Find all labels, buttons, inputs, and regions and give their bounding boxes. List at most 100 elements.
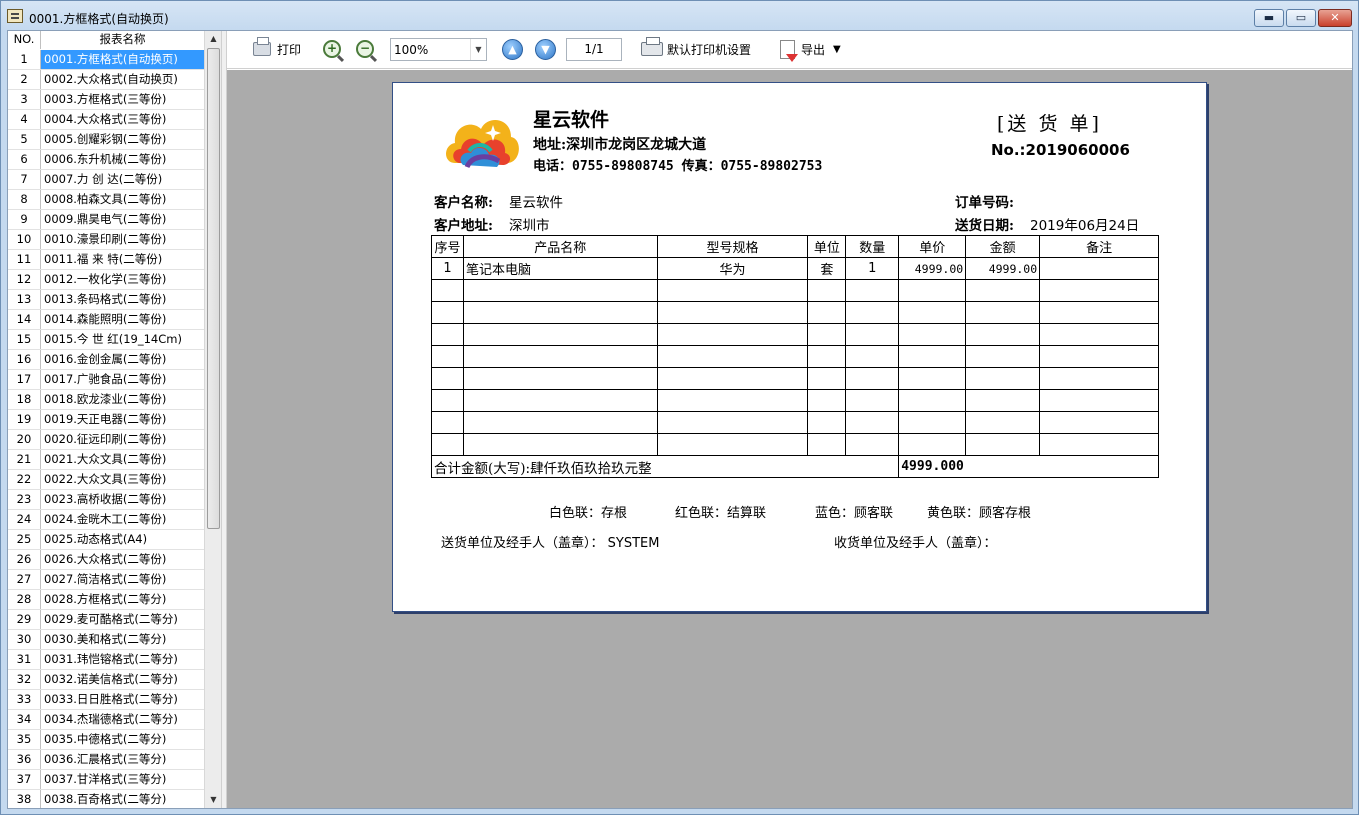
list-item-no: 10	[8, 230, 41, 249]
empty-cell	[1039, 345, 1159, 368]
list-item[interactable]: 36 0036.汇晨格式(三等分)	[8, 750, 204, 770]
print-button[interactable]: 打印	[253, 37, 301, 61]
copy-white: 白色联：存根	[549, 506, 628, 521]
empty-cell	[898, 345, 967, 368]
printer-setup-button[interactable]: 默认打印机设置	[641, 37, 751, 61]
list-item[interactable]: 17 0017.广驰食品(二等份)	[8, 370, 204, 390]
minimize-button[interactable]: ▬	[1254, 9, 1284, 27]
list-item-name: 0003.方框格式(三等份)	[44, 92, 167, 106]
delivery-note-page: 星云软件 地址:深圳市龙岗区龙城大道 电话：0755-89808745 传真：0…	[392, 82, 1207, 612]
list-item[interactable]: 8 0008.柏森文具(二等份)	[8, 190, 204, 210]
empty-cell	[462, 323, 658, 346]
document-title: [送 货 单]	[997, 113, 1102, 135]
export-button[interactable]: 导出 ▼	[780, 37, 841, 62]
list-item[interactable]: 13 0013.条码格式(二等份)	[8, 290, 204, 310]
list-item[interactable]: 34 0034.杰瑞德格式(二等分)	[8, 710, 204, 730]
list-item-name: 0008.柏森文具(二等份)	[44, 192, 167, 206]
list-item[interactable]: 1 0001.方框格式(自动换页)	[8, 50, 204, 70]
zoom-out-button[interactable]: −	[356, 37, 374, 61]
list-item[interactable]: 4 0004.大众格式(三等份)	[8, 110, 204, 130]
table-row-empty	[431, 367, 1159, 390]
list-item[interactable]: 21 0021.大众文具(二等份)	[8, 450, 204, 470]
scroll-up-arrow-icon[interactable]: ▲	[205, 31, 222, 47]
empty-cell	[898, 323, 967, 346]
list-item[interactable]: 23 0023.高桥收据(二等份)	[8, 490, 204, 510]
list-item-name: 0013.条码格式(二等份)	[44, 292, 167, 306]
column-header-name[interactable]: 报表名称	[41, 31, 204, 49]
list-item[interactable]: 18 0018.欧龙漆业(二等份)	[8, 390, 204, 410]
list-item-no: 2	[8, 70, 41, 89]
scroll-thumb[interactable]	[207, 48, 220, 529]
list-item-no: 29	[8, 610, 41, 629]
list-item-no: 35	[8, 730, 41, 749]
list-item[interactable]: 25 0025.动态格式(A4)	[8, 530, 204, 550]
empty-cell	[807, 345, 847, 368]
caret-down-icon[interactable]: ▼	[833, 44, 841, 55]
list-item[interactable]: 20 0020.征远印刷(二等份)	[8, 430, 204, 450]
list-item[interactable]: 37 0037.甘洋格式(三等分)	[8, 770, 204, 790]
list-item[interactable]: 12 0012.一枚化学(三等份)	[8, 270, 204, 290]
chevron-down-icon[interactable]: ▼	[470, 39, 486, 60]
list-item[interactable]: 15 0015.今 世 红(19_14Cm)	[8, 330, 204, 350]
cell-product: 笔记本电脑	[462, 257, 658, 280]
empty-cell	[656, 411, 809, 434]
empty-cell	[845, 301, 900, 324]
list-item-name: 0016.金创金属(二等份)	[44, 352, 167, 366]
maximize-button[interactable]: ▭	[1286, 9, 1316, 27]
sender-signature: 送货单位及经手人（盖章）： SYSTEM	[441, 536, 660, 551]
empty-cell	[462, 367, 658, 390]
list-item[interactable]: 16 0016.金创金属(二等份)	[8, 350, 204, 370]
empty-cell	[898, 301, 967, 324]
empty-cell	[965, 345, 1041, 368]
list-item[interactable]: 7 0007.力 创 达(二等份)	[8, 170, 204, 190]
empty-cell	[898, 367, 967, 390]
list-item[interactable]: 38 0038.百奇格式(二等分)	[8, 790, 204, 808]
customer-address-value: 深圳市	[509, 218, 550, 234]
zoom-value: 100%	[394, 43, 429, 57]
list-item-no: 8	[8, 190, 41, 209]
previous-page-button[interactable]: ▲	[502, 37, 523, 61]
list-item[interactable]: 24 0024.金晄木工(二等份)	[8, 510, 204, 530]
report-list[interactable]: NO. 报表名称 1 0001.方框格式(自动换页) 2 0002.大众格式(自动换页…	[8, 31, 204, 808]
zoom-select[interactable]: 100% ▼	[390, 38, 487, 61]
list-item[interactable]: 3 0003.方框格式(三等份)	[8, 90, 204, 110]
list-item-no: 4	[8, 110, 41, 129]
list-item[interactable]: 30 0030.美和格式(二等分)	[8, 630, 204, 650]
print-preview-area[interactable]: 星云软件 地址:深圳市龙岗区龙城大道 电话：0755-89808745 传真：0…	[227, 70, 1352, 808]
close-button[interactable]: ✕	[1318, 9, 1352, 27]
list-item[interactable]: 35 0035.中德格式(二等分)	[8, 730, 204, 750]
empty-cell	[462, 345, 658, 368]
zoom-in-button[interactable]: +	[323, 37, 341, 61]
list-item[interactable]: 27 0027.简洁格式(二等份)	[8, 570, 204, 590]
list-item-name: 0037.甘洋格式(三等分)	[44, 772, 167, 786]
list-item[interactable]: 28 0028.方框格式(二等分)	[8, 590, 204, 610]
list-item[interactable]: 10 0010.濠景印刷(二等份)	[8, 230, 204, 250]
list-item[interactable]: 14 0014.森能照明(二等份)	[8, 310, 204, 330]
list-item-no: 15	[8, 330, 41, 349]
empty-cell	[845, 411, 900, 434]
page-indicator[interactable]: 1/1	[566, 38, 622, 61]
list-item[interactable]: 9 0009.鼎昊电气(二等份)	[8, 210, 204, 230]
list-item[interactable]: 6 0006.东升机械(二等份)	[8, 150, 204, 170]
list-item-name: 0028.方框格式(二等分)	[44, 592, 167, 606]
list-item-name: 0012.一枚化学(三等份)	[44, 272, 167, 286]
scroll-down-arrow-icon[interactable]: ▼	[205, 792, 222, 808]
list-item[interactable]: 33 0033.日日胜格式(二等分)	[8, 690, 204, 710]
list-item[interactable]: 11 0011.福 来 特(二等份)	[8, 250, 204, 270]
list-item[interactable]: 2 0002.大众格式(自动换页)	[8, 70, 204, 90]
list-item-name: 0006.东升机械(二等份)	[44, 152, 167, 166]
header-unit: 单位	[807, 235, 847, 258]
list-item[interactable]: 26 0026.大众格式(二等份)	[8, 550, 204, 570]
column-header-no[interactable]: NO.	[8, 31, 41, 49]
title-bar[interactable]: 0001.方框格式(自动换页) ▬ ▭ ✕	[1, 1, 1358, 31]
list-item-name: 0009.鼎昊电气(二等份)	[44, 212, 167, 226]
list-item[interactable]: 29 0029.麦可酷格式(二等分)	[8, 610, 204, 630]
next-page-button[interactable]: ▼	[535, 37, 556, 61]
list-item[interactable]: 22 0022.大众文具(三等份)	[8, 470, 204, 490]
list-item[interactable]: 31 0031.玮恺镕格式(二等分)	[8, 650, 204, 670]
list-item[interactable]: 32 0032.诺美信格式(二等分)	[8, 670, 204, 690]
list-item[interactable]: 5 0005.创耀彩钢(二等份)	[8, 130, 204, 150]
list-scrollbar[interactable]: ▲ ▼	[204, 31, 221, 808]
list-item-name: 0023.高桥收据(二等份)	[44, 492, 167, 506]
list-item[interactable]: 19 0019.天正电器(二等份)	[8, 410, 204, 430]
